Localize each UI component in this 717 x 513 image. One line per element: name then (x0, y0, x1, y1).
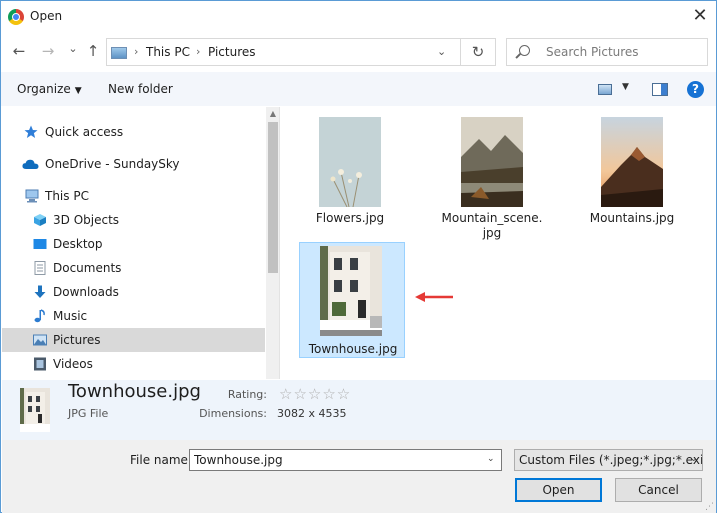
chevron-down-icon: ▼ (74, 86, 82, 96)
sidebar-item-quick-access[interactable]: Quick access (2, 120, 265, 144)
change-view-icon[interactable] (598, 84, 612, 95)
music-icon (34, 309, 45, 323)
file-item-mountain-scene[interactable]: Mountain_scene. jpg (439, 109, 545, 240)
cube-icon (34, 214, 46, 226)
sidebar-item-onedrive[interactable]: OneDrive - SundaySky (2, 152, 265, 176)
breadcrumb-pictures[interactable]: Pictures (208, 45, 256, 59)
details-file-type: JPG File (68, 407, 109, 420)
search-input[interactable]: Search Pictures (546, 45, 639, 59)
up-button[interactable]: ↑ (83, 41, 103, 61)
file-item-townhouse[interactable]: Townhouse.jpg (299, 242, 405, 358)
file-name-label: File name: (130, 453, 192, 467)
breadcrumb-this-pc[interactable]: This PC (146, 45, 190, 59)
new-folder-button[interactable]: New folder (108, 82, 173, 96)
image-thumbnail (601, 117, 663, 207)
sidebar-item-documents[interactable]: Documents (2, 256, 265, 280)
file-name: Flowers.jpg (315, 211, 385, 225)
details-file-name: Townhouse.jpg (68, 381, 201, 402)
selected-file-thumbnail (20, 388, 50, 432)
navigation-bar: ← → ⌄ ↑ › This PC › Pictures ⌄ ↻ Search … (1, 35, 716, 69)
scrollbar-thumb[interactable] (268, 122, 278, 273)
organize-button[interactable]: Organize ▼ (17, 82, 82, 96)
sidebar-scrollbar[interactable]: ▲ (266, 107, 279, 379)
close-button[interactable]: ✕ (689, 5, 711, 27)
video-icon (34, 357, 46, 371)
file-list: Flowers.jpg Mountain_scene. jpg Mountain… (281, 107, 716, 379)
file-name-field[interactable] (189, 449, 502, 471)
details-pane: Townhouse.jpg JPG File Rating: ☆☆☆☆☆ Dim… (2, 380, 716, 440)
cancel-button[interactable]: Cancel (615, 478, 702, 502)
sidebar-item-label: Music (53, 309, 88, 323)
dimensions-label: Dimensions: (199, 407, 267, 420)
sidebar-item-pictures[interactable]: Pictures (2, 328, 265, 352)
file-item-mountains[interactable]: Mountains.jpg (579, 109, 685, 233)
image-thumbnail (320, 246, 382, 336)
sidebar-item-label: OneDrive - SundaySky (45, 157, 180, 171)
cloud-icon (22, 159, 39, 169)
breadcrumb-separator: › (134, 45, 139, 58)
back-button[interactable]: ← (9, 41, 29, 61)
sidebar-item-label: Desktop (53, 237, 103, 251)
filter-dropdown-icon[interactable]: ⌄ (690, 454, 698, 464)
address-dropdown-icon[interactable]: ⌄ (437, 45, 446, 58)
sidebar-item-this-pc[interactable]: This PC (2, 184, 265, 208)
sidebar-item-label: Pictures (53, 333, 101, 347)
star-icon (24, 125, 38, 138)
sidebar-item-label: Downloads (53, 285, 119, 299)
search-icon (519, 45, 530, 56)
pointer-arrow-icon (415, 292, 453, 302)
window-title: Open (30, 9, 63, 23)
navigation-pane: Quick access OneDrive - SundaySky This P… (2, 107, 280, 379)
pictures-icon (33, 334, 47, 346)
sidebar-item-videos[interactable]: Videos (2, 352, 265, 376)
desktop-icon (33, 239, 47, 249)
file-item-flowers[interactable]: Flowers.jpg (297, 109, 403, 233)
help-icon[interactable]: ? (687, 81, 704, 98)
image-thumbnail (461, 117, 523, 207)
recent-locations-button[interactable]: ⌄ (63, 39, 83, 59)
open-dialog: Open ✕ ← → ⌄ ↑ › This PC › Pictures ⌄ ↻ … (0, 0, 717, 513)
image-thumbnail (319, 117, 381, 207)
file-name: Mountain_scene. (441, 211, 543, 225)
open-button[interactable]: Open (515, 478, 602, 502)
command-bar: Organize ▼ New folder ▼ ? (1, 72, 716, 106)
sidebar-item-label: Videos (53, 357, 93, 371)
file-name-dropdown-icon[interactable]: ⌄ (487, 454, 495, 464)
scroll-up-arrow-icon[interactable]: ▲ (268, 109, 278, 119)
dimensions-value: 3082 x 4535 (277, 407, 347, 420)
title-bar: Open ✕ (1, 1, 716, 32)
search-box[interactable]: Search Pictures (506, 38, 708, 66)
pictures-folder-icon (111, 47, 127, 59)
refresh-button[interactable]: ↻ (460, 39, 495, 65)
file-type-filter[interactable]: Custom Files (*.jpeg;*.jpg;*.exif (514, 449, 703, 471)
sidebar-item-3d-objects[interactable]: 3D Objects (2, 208, 265, 232)
file-name: Mountains.jpg (589, 211, 675, 225)
file-name-continued: jpg (482, 226, 502, 240)
download-icon (34, 285, 46, 298)
sidebar-item-downloads[interactable]: Downloads (2, 280, 265, 304)
chrome-icon (8, 9, 24, 25)
file-name: Townhouse.jpg (308, 342, 398, 356)
address-bar[interactable]: › This PC › Pictures ⌄ ↻ (106, 38, 496, 66)
dialog-footer: File name: ⌄ Custom Files (*.jpeg;*.jpg;… (2, 440, 716, 513)
rating-stars[interactable]: ☆☆☆☆☆ (279, 385, 351, 403)
sidebar-item-desktop[interactable]: Desktop (2, 232, 265, 256)
resize-grip-icon[interactable]: ⋰ (705, 502, 714, 512)
breadcrumb-separator: › (196, 45, 201, 58)
preview-pane-icon[interactable] (652, 83, 668, 96)
sidebar-item-label: This PC (45, 189, 89, 203)
forward-button[interactable]: → (38, 41, 58, 61)
rating-label: Rating: (227, 388, 267, 401)
document-icon (34, 261, 46, 275)
sidebar-item-label: 3D Objects (53, 213, 120, 227)
computer-icon (25, 189, 39, 203)
organize-label: Organize (17, 82, 71, 96)
view-options-dropdown[interactable]: ▼ (622, 82, 629, 92)
sidebar-item-label: Quick access (45, 125, 124, 139)
sidebar-item-music[interactable]: Music (2, 304, 265, 328)
sidebar-item-label: Documents (53, 261, 122, 275)
